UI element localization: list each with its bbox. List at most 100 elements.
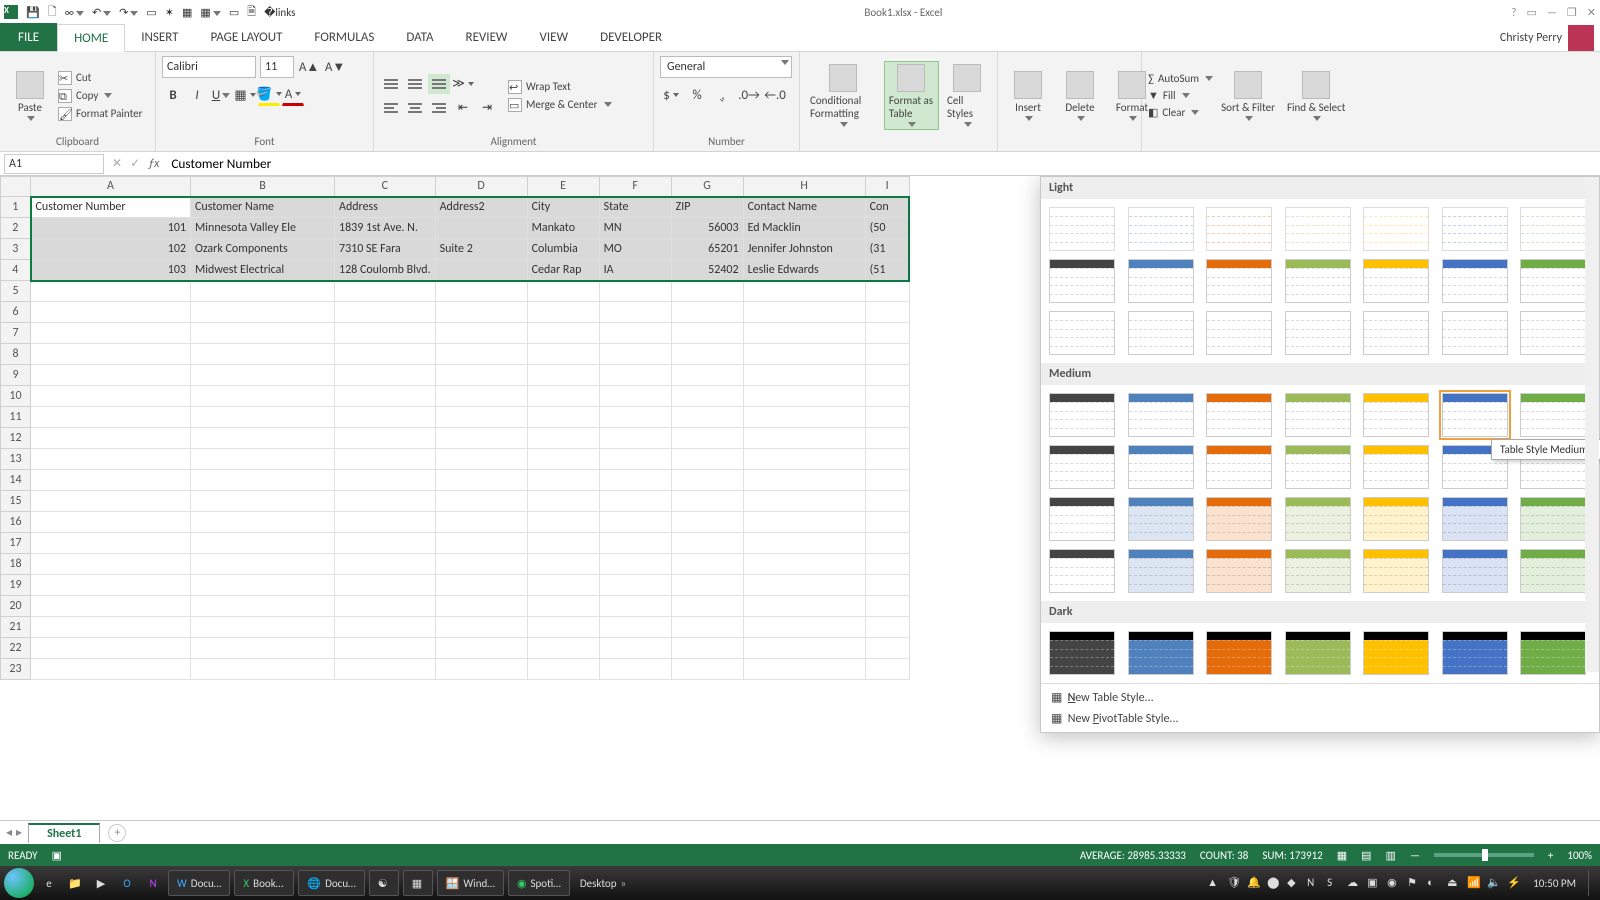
new-pivot-style-button[interactable]: ▦ New PivotTable Style... [1051, 711, 1589, 726]
cell[interactable]: Jennifer Johnston [743, 239, 865, 260]
row-header[interactable]: 7 [1, 323, 31, 344]
cell[interactable] [191, 533, 335, 554]
cell[interactable] [31, 617, 191, 638]
cell[interactable] [865, 302, 909, 323]
cell[interactable] [435, 281, 527, 302]
cell[interactable] [671, 449, 743, 470]
cell[interactable] [671, 533, 743, 554]
table-style-swatch[interactable] [1128, 631, 1194, 675]
cell[interactable] [671, 659, 743, 680]
cell[interactable] [671, 386, 743, 407]
table-style-swatch[interactable] [1128, 207, 1194, 251]
cell[interactable] [191, 638, 335, 659]
cell[interactable] [527, 302, 599, 323]
table-style-swatch[interactable] [1442, 311, 1508, 355]
table-style-swatch[interactable] [1206, 207, 1272, 251]
cell[interactable] [31, 449, 191, 470]
cell[interactable] [435, 449, 527, 470]
row-header[interactable]: 23 [1, 659, 31, 680]
tab-insert[interactable]: INSERT [125, 23, 194, 51]
cell[interactable] [527, 386, 599, 407]
tray-icon[interactable]: N [1307, 876, 1321, 890]
cell[interactable] [335, 659, 436, 680]
cell[interactable] [743, 554, 865, 575]
align-right-button[interactable] [428, 98, 450, 118]
cell[interactable] [335, 512, 436, 533]
cell[interactable] [671, 281, 743, 302]
row-header[interactable]: 14 [1, 470, 31, 491]
tray-icon[interactable]: ◐ [1427, 876, 1441, 890]
table-style-swatch[interactable] [1128, 393, 1194, 437]
table-style-swatch[interactable] [1520, 259, 1586, 303]
cell[interactable] [191, 659, 335, 680]
cell[interactable] [671, 491, 743, 512]
qat-icon[interactable]: ✶ [165, 6, 174, 19]
enter-icon[interactable]: ✓ [130, 156, 140, 171]
cell[interactable] [435, 365, 527, 386]
table-style-swatch[interactable] [1520, 207, 1586, 251]
cell[interactable] [31, 575, 191, 596]
table-style-swatch[interactable] [1049, 445, 1115, 489]
redo-icon[interactable]: ↷ [119, 6, 138, 19]
cell[interactable] [671, 428, 743, 449]
cell[interactable] [31, 512, 191, 533]
cell[interactable] [671, 344, 743, 365]
cell[interactable] [335, 365, 436, 386]
cell[interactable] [865, 365, 909, 386]
view-normal-icon[interactable]: ▦ [1337, 849, 1347, 862]
cell[interactable] [31, 491, 191, 512]
cell[interactable] [599, 554, 671, 575]
cell[interactable] [865, 407, 909, 428]
row-header[interactable]: 1 [1, 197, 31, 218]
cell[interactable]: 65201 [671, 239, 743, 260]
cell[interactable] [599, 365, 671, 386]
cell[interactable] [743, 449, 865, 470]
table-style-swatch[interactable] [1520, 497, 1586, 541]
decrease-decimal-button[interactable]: ←.0 [764, 84, 786, 106]
row-header[interactable]: 6 [1, 302, 31, 323]
underline-button[interactable]: U [210, 84, 232, 106]
row-header[interactable]: 10 [1, 386, 31, 407]
cell[interactable] [435, 302, 527, 323]
cell[interactable]: State [599, 197, 671, 218]
cell[interactable] [599, 386, 671, 407]
cell[interactable] [435, 218, 527, 239]
paste-button[interactable]: Paste [6, 69, 54, 123]
cell[interactable] [31, 344, 191, 365]
table-style-swatch[interactable] [1206, 311, 1272, 355]
table-style-swatch[interactable] [1520, 311, 1586, 355]
gallery-scrollbar[interactable] [1585, 177, 1599, 672]
table-style-swatch[interactable] [1520, 631, 1586, 675]
column-header[interactable]: B [191, 177, 335, 197]
tray-icon[interactable]: 📶 [1467, 876, 1481, 890]
row-header[interactable]: 20 [1, 596, 31, 617]
table-style-swatch[interactable] [1442, 549, 1508, 593]
tray-icon[interactable]: ⚡ [1507, 876, 1521, 890]
help-icon[interactable]: ? [1511, 6, 1516, 19]
cell[interactable] [435, 491, 527, 512]
cell[interactable] [527, 281, 599, 302]
close-icon[interactable]: ✕ [1587, 6, 1596, 19]
cell[interactable] [191, 386, 335, 407]
cell[interactable] [435, 323, 527, 344]
taskbar-item[interactable]: ☯ [369, 870, 399, 896]
cell[interactable] [191, 575, 335, 596]
name-box[interactable]: A1 [4, 154, 104, 174]
table-style-swatch[interactable] [1285, 311, 1351, 355]
accounting-format-button[interactable]: $ [660, 84, 682, 106]
macro-record-icon[interactable]: ▣ [52, 849, 62, 862]
fill-button[interactable]: ▼ Fill [1148, 89, 1213, 102]
cell[interactable] [599, 470, 671, 491]
cell[interactable] [435, 386, 527, 407]
table-style-swatch[interactable] [1128, 259, 1194, 303]
cell[interactable] [599, 596, 671, 617]
cell[interactable]: Contact Name [743, 197, 865, 218]
cell[interactable] [191, 407, 335, 428]
cell[interactable] [191, 596, 335, 617]
qat-icon[interactable]: 🗋 [48, 3, 57, 22]
cell[interactable] [743, 365, 865, 386]
cell-styles-button[interactable]: Cell Styles [943, 62, 991, 129]
cell[interactable] [671, 596, 743, 617]
cell[interactable] [527, 407, 599, 428]
cell[interactable]: City [527, 197, 599, 218]
